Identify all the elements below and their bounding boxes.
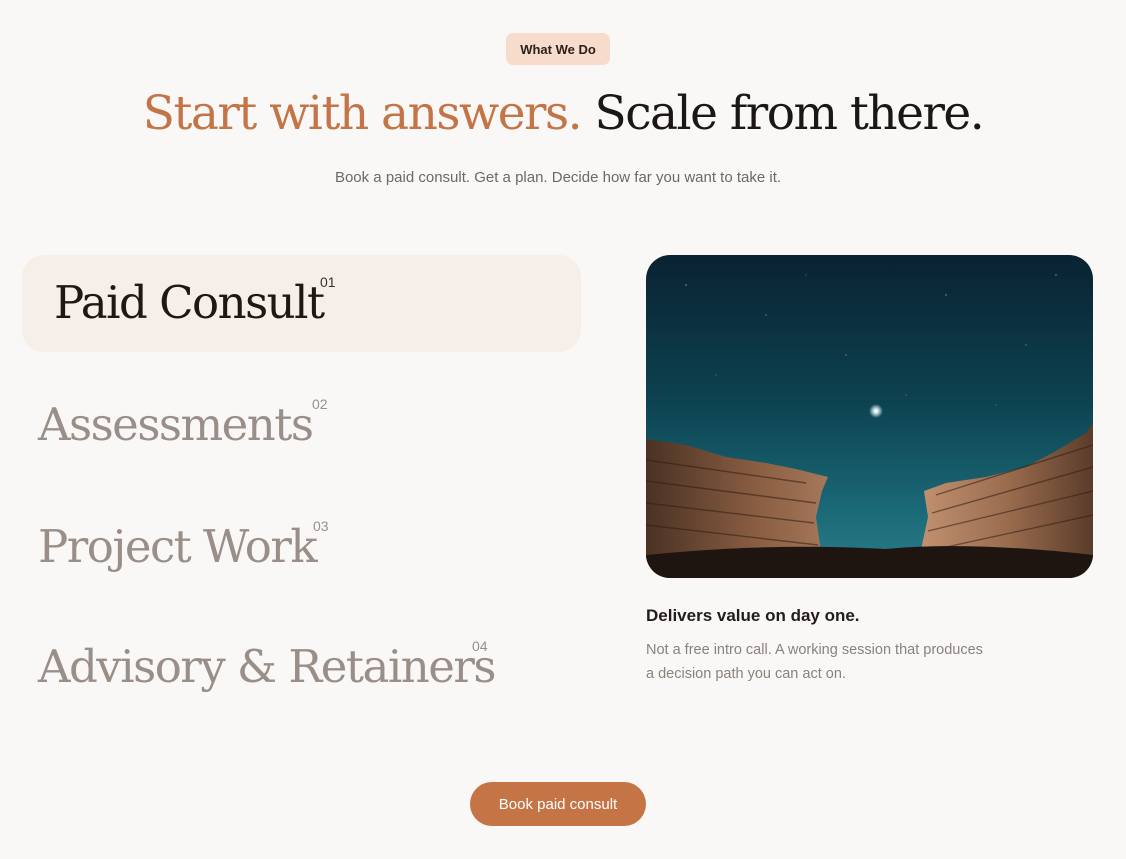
headline-accent: Start with answers. [142, 86, 583, 141]
section-headline: Start with answers. Scale from there. [0, 82, 1126, 146]
book-paid-consult-button[interactable]: Book paid consult [470, 782, 646, 826]
service-number: 03 [313, 518, 329, 534]
service-label: Paid Consult [54, 276, 325, 329]
headline-rest: Scale from there. [594, 86, 985, 141]
detail-title: Delivers value on day one. [646, 606, 860, 625]
detail-body: Not a free intro call. A working session… [646, 642, 983, 682]
service-number: 04 [472, 638, 488, 654]
section-subhead: Book a paid consult. Get a plan. Decide … [334, 169, 782, 186]
service-label: Advisory & Retainers [38, 640, 496, 693]
service-item-project-work[interactable]: Project Work 03 [22, 499, 581, 596]
service-number: 01 [320, 274, 336, 290]
service-label: Assessments [38, 398, 314, 451]
service-item-paid-consult[interactable]: Paid Consult 01 [22, 255, 581, 352]
service-number: 02 [312, 396, 328, 412]
night-sky-ruins-image [646, 255, 1093, 578]
section-badge: What We Do [506, 33, 610, 65]
service-label: Project Work [38, 520, 318, 573]
service-item-advisory-retainers[interactable]: Advisory & Retainers 04 [22, 619, 581, 716]
service-item-assessments[interactable]: Assessments 02 [22, 377, 581, 474]
